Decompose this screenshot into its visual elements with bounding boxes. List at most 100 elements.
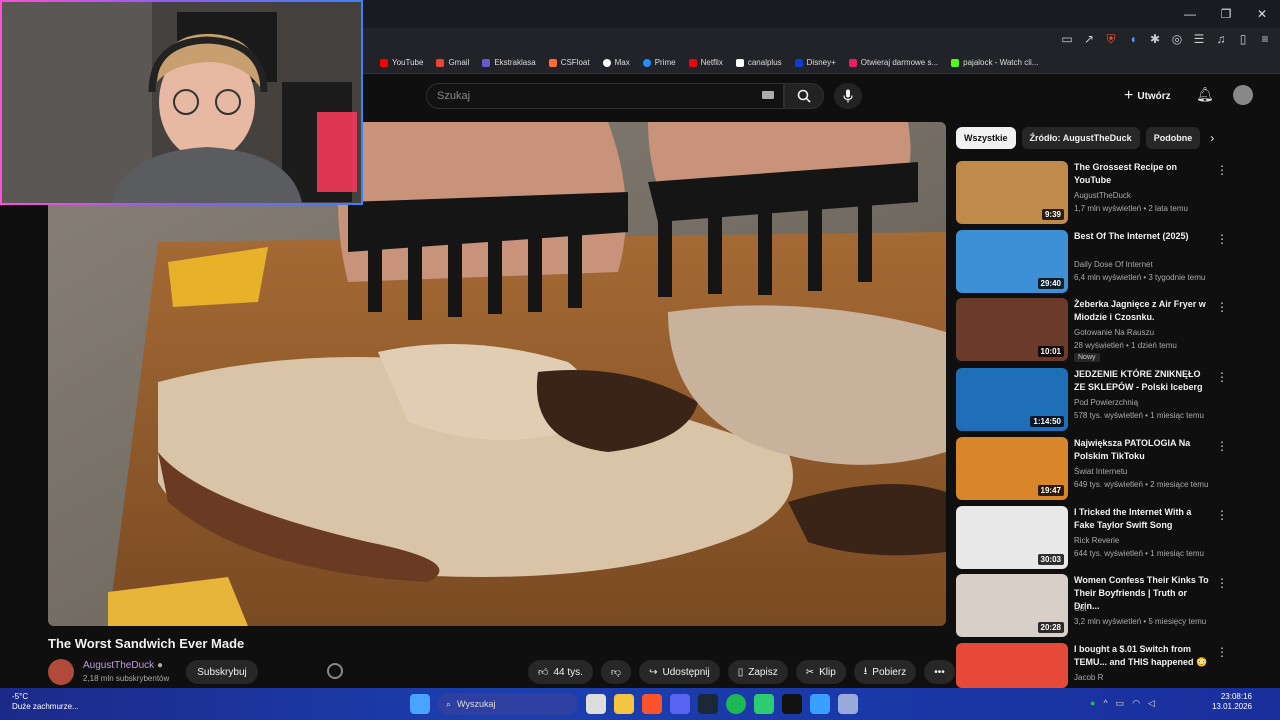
spotify-tray-icon[interactable]: ● xyxy=(1090,698,1095,709)
recommended-video[interactable]: 10:01 Żeberka Jagnięce z Air Fryer w Miod… xyxy=(956,298,1228,362)
recommended-video-title[interactable]: Women Confess Their Kinks To Their Boyfr… xyxy=(1074,574,1214,613)
steam-icon[interactable] xyxy=(698,694,718,714)
menu-icon[interactable]: ☰ xyxy=(1192,32,1206,46)
sidebar-icon[interactable]: ▯ xyxy=(1236,32,1250,46)
bookmark-item[interactable]: canalplus xyxy=(735,58,782,67)
dislike-button[interactable]: 👎︎ xyxy=(600,660,632,684)
more-options-icon[interactable]: ⋮ xyxy=(1216,232,1228,246)
discord-icon[interactable] xyxy=(670,694,690,714)
channel-avatar[interactable] xyxy=(48,659,74,685)
epic-icon[interactable] xyxy=(782,694,802,714)
chevron-right-icon[interactable]: › xyxy=(1210,131,1214,145)
app-icon[interactable] xyxy=(754,694,774,714)
bookmark-item[interactable]: Max xyxy=(602,58,630,67)
bookmark-item[interactable]: Otwieraj darmowe s... xyxy=(848,58,938,67)
video-thumbnail[interactable] xyxy=(956,643,1068,688)
recommended-channel-name[interactable]: Daily Dose Of Internet xyxy=(1074,260,1153,269)
notifications-bell-icon[interactable]: 🔔︎ xyxy=(1196,86,1214,103)
windows-start-icon[interactable] xyxy=(410,694,430,714)
more-options-icon[interactable]: ⋮ xyxy=(1216,439,1228,453)
recommended-video-title[interactable]: The Grossest Recipe on YouTube xyxy=(1074,161,1214,187)
recommended-video[interactable]: 19:47 Największa PATOLOGIA Na Polskim Tik… xyxy=(956,437,1228,501)
wifi-icon[interactable]: ◠ xyxy=(1132,698,1140,709)
voice-search-button[interactable] xyxy=(834,83,862,109)
more-options-icon[interactable]: ⋮ xyxy=(1216,576,1228,590)
cast-icon[interactable]: ▭ xyxy=(1060,32,1074,46)
like-button[interactable]: 👍︎ 44 tys. xyxy=(528,660,593,684)
clip-button[interactable]: ✂ Klip xyxy=(795,660,846,684)
more-options-icon[interactable]: ⋮ xyxy=(1216,300,1228,314)
video-thumbnail[interactable]: 29:40 xyxy=(956,230,1068,293)
subscribe-button[interactable]: Subskrybuj xyxy=(186,660,258,684)
save-button[interactable]: ▯ Zapisz xyxy=(727,660,788,684)
video-thumbnail[interactable]: 9:39 xyxy=(956,161,1068,224)
recommended-video-title[interactable]: Żeberka Jagnięce z Air Fryer w Miodzie i… xyxy=(1074,298,1214,324)
more-options-icon[interactable]: ⋮ xyxy=(1216,370,1228,384)
recommended-video[interactable]: 30:03 I Tricked the Internet With a Fake … xyxy=(956,506,1228,570)
video-thumbnail[interactable]: 1:14:50 xyxy=(956,368,1068,431)
bookmark-item[interactable]: Netflix xyxy=(688,58,723,67)
sync-icon[interactable]: ◎ xyxy=(1170,32,1184,46)
recommended-channel-name[interactable]: Jacob R xyxy=(1074,673,1103,682)
bookmark-item[interactable]: Disney+ xyxy=(794,58,836,67)
bookmark-item[interactable]: YouTube xyxy=(380,58,423,67)
video-thumbnail[interactable]: 30:03 xyxy=(956,506,1068,569)
more-options-icon[interactable]: ⋮ xyxy=(1216,163,1228,177)
bookmark-item[interactable]: Gmail xyxy=(436,58,469,67)
chip-from-channel[interactable]: Źródło: AugustTheDuck xyxy=(1021,127,1140,149)
recommended-channel-name[interactable]: Gotowanie Na Rauszu xyxy=(1074,328,1154,337)
bookmark-item[interactable]: Ekstraklasa xyxy=(482,58,536,67)
taskbar-search[interactable]: ⌕ Wyszukaj xyxy=(438,693,578,715)
app-icon[interactable] xyxy=(810,694,830,714)
task-view-icon[interactable] xyxy=(586,694,606,714)
kebab-menu-icon[interactable]: ≡ xyxy=(1258,32,1272,46)
close-button[interactable]: ✕ xyxy=(1244,0,1280,28)
music-icon[interactable]: ♫ xyxy=(1214,32,1228,46)
video-thumbnail[interactable]: 20:28 xyxy=(956,574,1068,637)
file-explorer-icon[interactable] xyxy=(614,694,634,714)
video-thumbnail[interactable]: 10:01 xyxy=(956,298,1068,361)
brave-shield-icon[interactable]: ⛨ xyxy=(1104,32,1118,46)
bookmark-item[interactable]: CSFloat xyxy=(548,58,590,67)
minimize-button[interactable]: — xyxy=(1172,0,1208,28)
recommended-video-title[interactable]: I bought a $.01 Switch from TEMU... and … xyxy=(1074,643,1214,669)
recommended-video[interactable]: 20:28 Women Confess Their Kinks To Their … xyxy=(956,574,1228,638)
speaker-icon[interactable]: ◖ xyxy=(1126,32,1140,46)
chip-all[interactable]: Wszystkie xyxy=(956,127,1016,149)
video-thumbnail[interactable]: 19:47 xyxy=(956,437,1068,500)
extensions-icon[interactable]: ✱ xyxy=(1148,32,1162,46)
taskbar-clock[interactable]: 23:08:16 13.01.2026 xyxy=(1208,692,1252,712)
brave-browser-icon[interactable] xyxy=(642,694,662,714)
weather-widget[interactable]: -5°C Duże zachmurze... xyxy=(12,692,79,712)
volume-icon[interactable]: ◁ xyxy=(1148,698,1155,709)
share-button[interactable]: ↪ Udostępnij xyxy=(639,660,720,684)
bookmark-item[interactable]: pajalock - Watch cli... xyxy=(951,58,1038,67)
download-button[interactable]: ⭳ Pobierz xyxy=(853,660,917,684)
maximize-button[interactable]: ❐ xyxy=(1208,0,1244,28)
recommended-video[interactable]: 9:39 The Grossest Recipe on YouTube August… xyxy=(956,161,1228,225)
notepad-icon[interactable] xyxy=(838,694,858,714)
chip-related[interactable]: Podobne xyxy=(1145,127,1201,149)
recommended-channel-name[interactable]: Pod Powierzchnią xyxy=(1074,398,1138,407)
recommended-channel-name[interactable]: Cut xyxy=(1074,604,1086,613)
recommended-video-title[interactable]: Największa PATOLOGIA Na Polskim TikToku xyxy=(1074,437,1214,463)
more-actions-button[interactable]: ••• xyxy=(924,660,955,684)
recommended-video[interactable]: I bought a $.01 Switch from TEMU... and … xyxy=(956,643,1228,688)
keyboard-icon[interactable] xyxy=(762,91,774,99)
recommended-channel-name[interactable]: Rick Reverie xyxy=(1074,536,1119,545)
more-options-icon[interactable]: ⋮ xyxy=(1216,645,1228,659)
recommended-video-title[interactable]: Best Of The Internet (2025) xyxy=(1074,230,1214,243)
recommended-video[interactable]: 29:40 Best Of The Internet (2025) Daily Do… xyxy=(956,230,1228,294)
search-button[interactable] xyxy=(784,83,824,109)
create-button[interactable]: + Utwórz xyxy=(1124,87,1171,105)
network-icon[interactable]: ▭ xyxy=(1116,698,1125,709)
channel-name[interactable]: AugustTheDuck ● xyxy=(83,660,163,671)
recommended-video-title[interactable]: JEDZENIE KTÓRE ZNIKNĘŁO ZE SKLEPÓW - Pol… xyxy=(1074,368,1214,394)
account-avatar[interactable] xyxy=(1233,85,1253,105)
recommended-video[interactable]: 1:14:50 JEDZENIE KTÓRE ZNIKNĘŁO ZE SKLEPÓ… xyxy=(956,368,1228,432)
more-options-icon[interactable]: ⋮ xyxy=(1216,508,1228,522)
search-input[interactable]: Szukaj xyxy=(426,83,784,109)
recommended-video-title[interactable]: I Tricked the Internet With a Fake Taylo… xyxy=(1074,506,1214,532)
chevron-up-icon[interactable]: ^ xyxy=(1103,698,1107,709)
bookmark-item[interactable]: Prime xyxy=(642,58,676,67)
